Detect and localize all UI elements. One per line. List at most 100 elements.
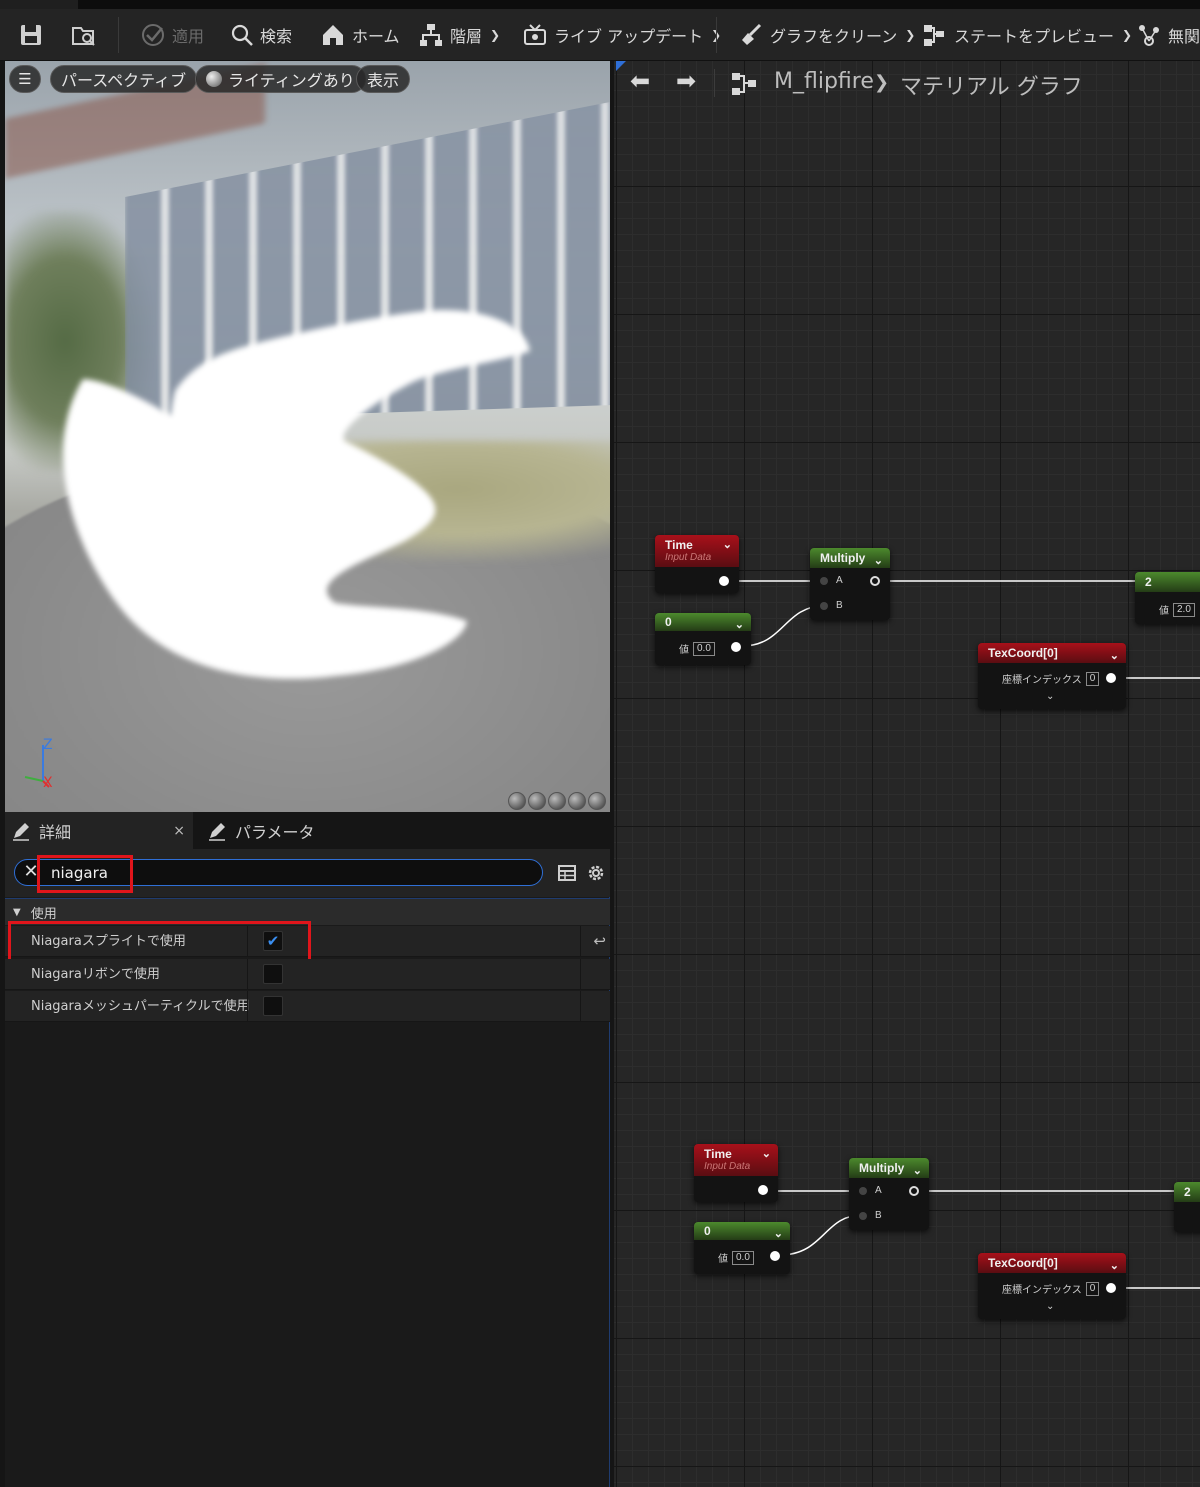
output-pin[interactable] xyxy=(1106,673,1116,683)
main-toolbar: 適用 検索 ホーム 階層 ❯ ライブ アップデート ❯ グラフをクリーン ❯ ス… xyxy=(0,9,1200,61)
tab-parameters[interactable]: パラメータ xyxy=(201,812,315,849)
expand-chevron-icon[interactable]: ⌄ xyxy=(1046,691,1054,702)
gear-icon[interactable] xyxy=(585,862,607,884)
apply-button[interactable]: 適用 xyxy=(140,9,204,61)
node-title: Time xyxy=(665,538,693,552)
cylinder-preview-button[interactable] xyxy=(508,792,526,810)
constant-value-field[interactable]: 値 0.0 xyxy=(679,641,715,656)
input-pin-b[interactable] xyxy=(859,1212,867,1220)
more-toolbar-button[interactable]: 無関 xyxy=(1136,9,1200,61)
output-pin[interactable] xyxy=(719,576,729,586)
apply-label: 適用 xyxy=(172,27,205,46)
details-search-box[interactable]: ✕ xyxy=(14,859,543,886)
constant-value-field[interactable]: 値 0.0 xyxy=(718,1250,754,1265)
multiply-node[interactable]: Multiply ⌄ A B xyxy=(810,548,890,620)
node-header: 2 xyxy=(1135,572,1200,592)
output-pin[interactable] xyxy=(870,576,880,586)
chevron-down-icon[interactable]: ⌄ xyxy=(1110,1256,1119,1276)
output-pin[interactable] xyxy=(909,1186,919,1196)
viewport-menu-button[interactable]: ☰ xyxy=(9,65,41,93)
hierarchy-button[interactable]: 階層 ❯ xyxy=(418,9,500,61)
hamburger-icon: ☰ xyxy=(18,70,32,88)
column-divider xyxy=(247,926,248,957)
value-label: 値 xyxy=(718,1254,728,1265)
clean-graph-button[interactable]: グラフをクリーン ❯ xyxy=(738,9,915,61)
column-divider xyxy=(580,991,581,1022)
expand-chevron-icon[interactable]: ⌄ xyxy=(1046,1301,1054,1312)
cube-preview-button[interactable] xyxy=(568,792,586,810)
axis-x-label: X xyxy=(43,775,53,791)
node-title: 2 xyxy=(1184,1185,1191,1199)
tab-details[interactable]: 詳細 × xyxy=(5,812,193,849)
niagara-sprites-checkbox[interactable]: ✔ xyxy=(263,931,283,951)
reset-to-default-icon[interactable]: ↩ xyxy=(593,926,606,957)
clear-search-icon[interactable]: ✕ xyxy=(21,862,41,882)
time-node[interactable]: Time Input Data ⌄ xyxy=(694,1144,778,1202)
chevron-down-icon[interactable]: ⌄ xyxy=(913,1161,922,1181)
input-pin-b[interactable] xyxy=(820,602,828,610)
home-icon xyxy=(323,25,343,45)
table-view-icon[interactable] xyxy=(557,863,577,883)
mesh-preview-button[interactable] xyxy=(588,792,606,810)
folder-search-icon xyxy=(72,27,95,46)
chevron-down-icon[interactable]: ⌄ xyxy=(723,538,732,551)
chevron-down-icon[interactable]: ⌄ xyxy=(874,551,883,571)
window-tab-stub[interactable] xyxy=(0,0,78,9)
perspective-label: パースペクティブ xyxy=(61,71,187,90)
column-divider xyxy=(247,959,248,990)
node-subtitle: Input Data xyxy=(704,1161,751,1172)
constant-node[interactable]: 0 ⌄ 値 0.0 xyxy=(655,613,751,665)
clean-graph-label: グラフをクリーン xyxy=(770,27,898,46)
search-button[interactable]: 検索 xyxy=(230,9,292,61)
value-label: 座標インデックス xyxy=(1002,1285,1082,1296)
constant-value-field[interactable]: 値 2.0 xyxy=(1159,602,1195,617)
chevron-down-icon[interactable]: ⌄ xyxy=(735,616,744,634)
constant-2-node[interactable]: 2 値 2.0 xyxy=(1135,572,1200,624)
input-pin-a[interactable] xyxy=(820,577,828,585)
node-header: Time Input Data ⌄ xyxy=(655,535,739,567)
show-button[interactable]: 表示 xyxy=(356,65,411,93)
column-divider xyxy=(580,959,581,990)
niagara-mesh-particles-checkbox[interactable] xyxy=(263,996,283,1016)
multiply-node[interactable]: Multiply ⌄ A B xyxy=(849,1158,929,1230)
time-node[interactable]: Time Input Data ⌄ xyxy=(655,535,739,593)
output-pin[interactable] xyxy=(758,1185,768,1195)
node-header: 0 ⌄ xyxy=(655,613,751,631)
more-toolbar-label: 無関 xyxy=(1168,27,1200,46)
details-search-input[interactable] xyxy=(51,862,531,883)
material-graph-canvas[interactable]: ⬅ ➡ M_flipfire ❯ マテリアル グラフ Time Input Da… xyxy=(614,61,1200,1487)
window-top-strip xyxy=(0,0,1200,9)
close-icon[interactable]: × xyxy=(173,823,185,839)
value-text: 0 xyxy=(1085,1281,1100,1296)
value-text: 0.0 xyxy=(693,641,715,656)
output-pin[interactable] xyxy=(1106,1283,1116,1293)
niagara-ribbons-checkbox[interactable] xyxy=(263,964,283,984)
constant-node[interactable]: 0 ⌄ 値 0.0 xyxy=(694,1222,790,1274)
texcoord-node[interactable]: TexCoord[0] ⌄ 座標インデックス 0 ⌄ xyxy=(978,1253,1126,1319)
texcoord-node[interactable]: TexCoord[0] ⌄ 座標インデックス 0 ⌄ xyxy=(978,643,1126,709)
sphere-preview-button[interactable] xyxy=(528,792,546,810)
live-update-button[interactable]: ライブ アップデート ❯ xyxy=(522,9,721,61)
output-pin[interactable] xyxy=(770,1251,780,1261)
category-usage-header[interactable]: ▼ 使用 xyxy=(5,898,610,925)
column-divider xyxy=(247,991,248,1022)
perspective-button[interactable]: パースペクティブ xyxy=(50,65,198,93)
lighting-mode-button[interactable]: ライティングあり xyxy=(195,65,366,93)
input-pin-a[interactable] xyxy=(859,1187,867,1195)
save-button[interactable] xyxy=(18,9,44,61)
browse-asset-button[interactable] xyxy=(70,9,98,61)
chevron-down-icon[interactable]: ⌄ xyxy=(762,1147,771,1160)
output-pin[interactable] xyxy=(731,642,741,652)
chevron-down-icon[interactable]: ⌄ xyxy=(1110,646,1119,666)
plane-preview-button[interactable] xyxy=(548,792,566,810)
node-title: Multiply xyxy=(820,551,866,565)
coordinate-index-field[interactable]: 座標インデックス 0 xyxy=(1002,1281,1100,1296)
constant-2-node[interactable]: 2 xyxy=(1174,1182,1200,1232)
coordinate-index-field[interactable]: 座標インデックス 0 xyxy=(1002,671,1100,686)
column-divider xyxy=(580,926,581,957)
chevron-down-icon[interactable]: ⌄ xyxy=(774,1225,783,1243)
material-preview-viewport[interactable]: ☰ パースペクティブ ライティングあり 表示 Z X xyxy=(5,61,610,812)
preview-state-button[interactable]: ステートをプレビュー ❯ xyxy=(922,9,1132,61)
home-button[interactable]: ホーム xyxy=(320,9,400,61)
show-label: 表示 xyxy=(367,71,400,90)
